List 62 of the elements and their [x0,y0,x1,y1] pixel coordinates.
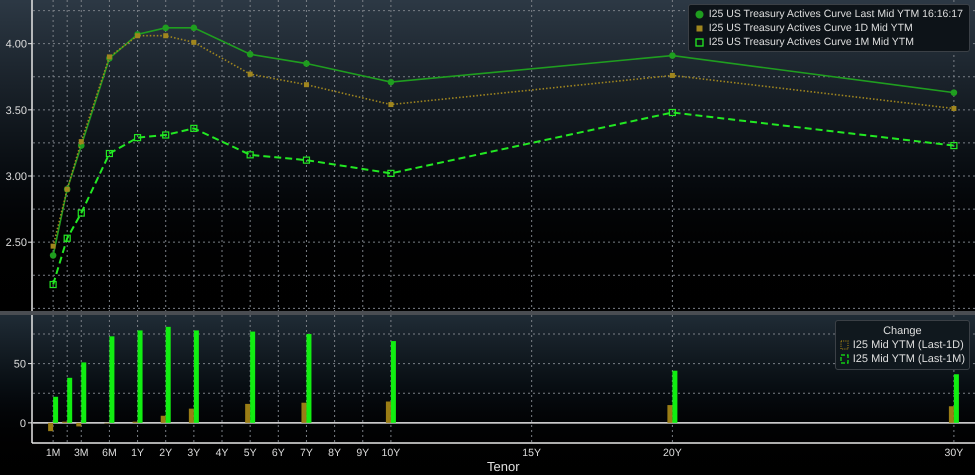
data-marker [162,24,169,32]
axis-tick-label: 3.00 [6,171,27,184]
data-marker [248,72,253,77]
legend-label: I25 US Treasury Actives Curve 1M Mid YTM [708,35,914,49]
axis-tick-label: 1Y [131,447,144,459]
data-marker [78,209,85,217]
data-marker [387,170,394,177]
data-marker [668,108,676,116]
data-marker [670,72,675,78]
axis-tick-label: 5Y [244,447,257,459]
legend-label: I25 Mid YTM (Last-1M) [852,352,965,366]
axis-tick-label: 2Y [159,447,172,459]
data-marker [951,106,956,112]
data-marker [163,33,168,38]
data-marker [302,156,310,164]
axis-tick-label: 50 [14,358,26,371]
axis-tick-label: 6Y [272,447,285,459]
square-marker-icon [840,340,849,350]
axis-tick-label: 6M [102,447,117,459]
data-marker [950,142,958,150]
legend-label: I25 US Treasury Actives Curve Last Mid YTM 16:16:17 [708,7,963,21]
axis-tick-label: 1M [46,447,60,459]
data-marker [388,78,394,86]
data-marker [669,52,676,59]
axis-tick-label: 3.50 [6,104,27,117]
legend-title: Change [883,324,922,338]
data-marker [190,124,198,132]
axis-tick-label: 4Y [216,447,228,459]
square-marker-icon [840,354,849,364]
square-marker-icon [694,38,704,46]
data-marker [106,150,113,158]
axis-tick-label: 4.00 [6,38,27,51]
axis-tick-label: 10Y [382,447,400,459]
axis-tick-label: 20Y [663,447,682,459]
legend-label: I25 US Treasury Actives Curve 1D Mid YTM [708,21,913,35]
data-marker [304,82,309,88]
axis-tick-label: 3Y [187,447,200,459]
data-marker [134,134,142,142]
data-marker [190,24,198,32]
data-marker [246,50,254,58]
axis-tick-label: 0 [20,418,26,430]
axis-title: Tenor [487,459,520,474]
axis-tick-label: 30Y [944,447,964,459]
axis-tick-label: 2.50 [6,237,27,250]
axis-tick-label: 7Y [300,447,313,459]
data-marker [388,102,394,108]
legend-label: I25 Mid YTM (Last-1D) [852,338,964,352]
data-marker [64,234,71,242]
dot-marker-icon [694,10,704,18]
data-marker [50,280,57,288]
axis-tick-label: 3M [74,447,89,459]
data-marker [50,252,56,259]
data-marker [50,244,56,249]
axis-tick-label: 15Y [522,447,541,459]
axis-tick-label: 8Y [328,447,342,459]
axis-tick-label: 9Y [356,447,370,459]
data-marker [162,131,170,139]
data-marker [191,40,196,45]
data-marker [950,89,958,96]
square-marker-icon [694,24,704,32]
data-marker [303,60,310,67]
data-marker [246,151,254,158]
